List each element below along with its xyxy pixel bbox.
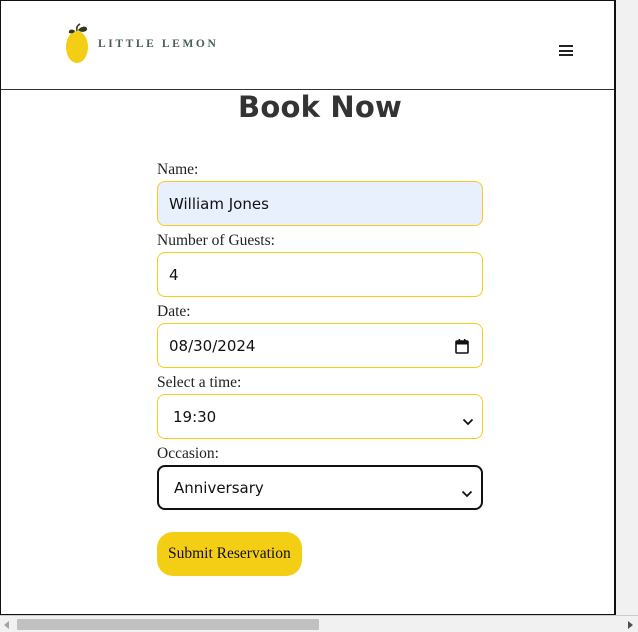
lemon-icon	[64, 23, 90, 65]
booking-form: Name: William Jones Number of Guests: 4 …	[157, 159, 483, 576]
horizontal-scrollbar[interactable]	[0, 615, 638, 632]
name-input[interactable]: William Jones	[157, 181, 483, 226]
time-value: 19:30	[173, 407, 217, 426]
hamburger-menu-icon[interactable]	[559, 45, 573, 57]
occasion-label: Occasion:	[157, 445, 219, 462]
site-header: LITTLE LEMON	[1, 1, 614, 90]
occasion-select[interactable]: Anniversary	[157, 465, 483, 510]
scroll-left-arrow-icon[interactable]	[4, 621, 9, 629]
time-select[interactable]: 19:30	[157, 394, 483, 439]
submit-reservation-button[interactable]: Submit Reservation	[157, 532, 302, 576]
browser-viewport: LITTLE LEMON Book Now Name: William Jone…	[0, 0, 615, 615]
name-value: William Jones	[169, 194, 269, 213]
chevron-down-icon	[461, 484, 473, 502]
date-label: Date:	[157, 303, 191, 320]
date-input[interactable]: 08/30/2024	[157, 323, 483, 368]
scroll-right-arrow-icon[interactable]	[628, 621, 633, 629]
guests-label: Number of Guests:	[157, 232, 275, 249]
horizontal-scroll-thumb[interactable]	[17, 619, 319, 630]
guests-value: 4	[169, 265, 179, 284]
logo[interactable]: LITTLE LEMON	[64, 23, 218, 65]
calendar-icon[interactable]	[455, 339, 469, 358]
vertical-scrollbar[interactable]	[615, 0, 638, 615]
occasion-value: Anniversary	[174, 478, 264, 497]
guests-input[interactable]: 4	[157, 252, 483, 297]
date-value: 08/30/2024	[169, 336, 256, 355]
time-label: Select a time:	[157, 374, 242, 391]
page-title: Book Now	[238, 90, 402, 124]
brand-name: LITTLE LEMON	[98, 38, 219, 50]
chevron-down-icon	[462, 412, 474, 430]
name-label: Name:	[157, 161, 199, 178]
